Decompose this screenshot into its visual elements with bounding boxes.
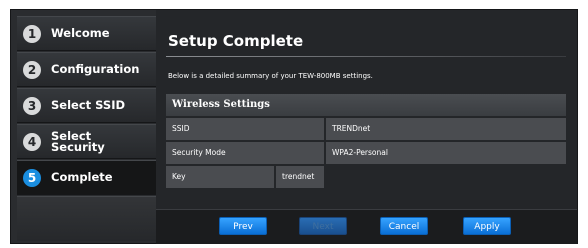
step-number-badge: 3 bbox=[23, 97, 41, 115]
sidebar-item-label: Select Security bbox=[51, 128, 105, 154]
table-row: Security Mode WPA2-Personal bbox=[166, 142, 566, 164]
sidebar-item-label: Welcome bbox=[51, 26, 110, 40]
sidebar-item-welcome[interactable]: 1 Welcome bbox=[17, 16, 156, 51]
sidebar-item-configuration[interactable]: 2 Configuration bbox=[17, 52, 156, 87]
wireless-settings-table: Wireless Settings SSID TRENDnet Security… bbox=[166, 94, 566, 188]
row-value: TRENDnet bbox=[326, 118, 566, 140]
step-number-badge: 5 bbox=[23, 169, 41, 187]
sidebar-item-select-ssid[interactable]: 3 Select SSID bbox=[17, 88, 156, 123]
row-value: WPA2-Personal bbox=[326, 142, 566, 164]
sidebar-item-label: Complete bbox=[51, 170, 113, 184]
prev-button[interactable]: Prev bbox=[219, 217, 267, 235]
sidebar-item-label: Configuration bbox=[51, 62, 140, 76]
sidebar-item-complete[interactable]: 5 Complete bbox=[17, 160, 175, 195]
table-row: SSID TRENDnet bbox=[166, 118, 566, 140]
row-label: SSID bbox=[166, 118, 324, 140]
sidebar-item-select-security[interactable]: 4 Select Security bbox=[17, 124, 156, 159]
wizard-sidebar: 1 Welcome 2 Configuration 3 Select SSID … bbox=[11, 10, 175, 243]
row-label: Key bbox=[166, 166, 274, 188]
cancel-button[interactable]: Cancel bbox=[380, 217, 428, 235]
title-divider bbox=[166, 56, 566, 57]
sidebar-item-label: Select SSID bbox=[51, 98, 126, 112]
sidebar-filler bbox=[17, 196, 156, 241]
row-value: trendnet bbox=[276, 166, 324, 188]
step-number-badge: 1 bbox=[23, 25, 41, 43]
row-label: Security Mode bbox=[166, 142, 324, 164]
page-title: Setup Complete bbox=[168, 32, 304, 50]
next-button[interactable]: Next bbox=[299, 217, 347, 235]
apply-button[interactable]: Apply bbox=[463, 217, 511, 235]
button-bar: Prev Next Cancel Apply bbox=[156, 209, 577, 244]
main-panel: Setup Complete Below is a detailed summa… bbox=[156, 10, 577, 244]
table-row: Key trendnet bbox=[166, 166, 566, 188]
page-subtitle: Below is a detailed summary of your TEW-… bbox=[168, 72, 373, 80]
table-header: Wireless Settings bbox=[166, 94, 566, 116]
step-number-badge: 4 bbox=[23, 133, 41, 151]
step-number-badge: 2 bbox=[23, 61, 41, 79]
wizard-frame: 1 Welcome 2 Configuration 3 Select SSID … bbox=[10, 9, 578, 244]
